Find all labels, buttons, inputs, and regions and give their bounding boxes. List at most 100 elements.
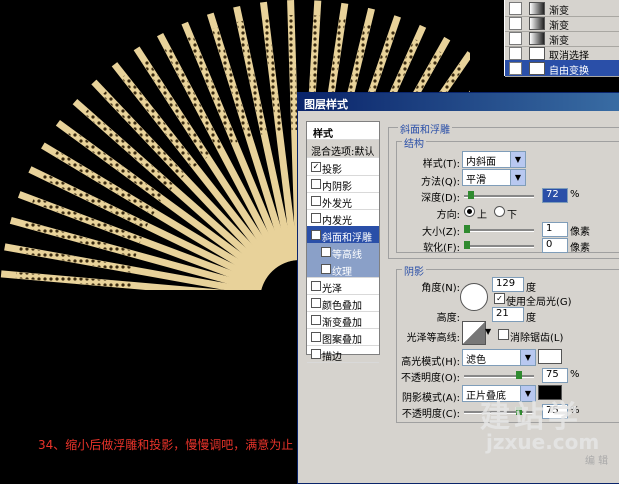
gloss-contour-label: 光泽等高线: — [398, 329, 460, 344]
direction-down-label: 下 — [507, 206, 517, 221]
highlight-opacity-knob[interactable] — [516, 371, 522, 379]
highlight-opacity-unit: % — [570, 369, 580, 380]
chevron-down-icon[interactable]: ▼ — [485, 327, 491, 336]
angle-input[interactable]: 129 — [492, 277, 524, 292]
style-checkbox[interactable] — [311, 298, 321, 308]
style-item[interactable]: 外发光 — [307, 192, 379, 210]
size-input[interactable]: 1 — [542, 222, 568, 237]
visibility-box-icon[interactable] — [509, 2, 522, 15]
fan-lace — [265, 17, 279, 131]
deselect-icon — [529, 47, 545, 60]
styles-header[interactable]: 样式 — [307, 122, 379, 140]
style-checkbox[interactable] — [311, 332, 321, 342]
highlight-opacity-input[interactable]: 75 — [542, 368, 568, 383]
antialias-label: 消除锯齿(L) — [510, 329, 563, 344]
size-slider[interactable] — [464, 229, 534, 232]
direction-down-radio[interactable] — [494, 206, 505, 217]
highlight-mode-select[interactable]: 滤色▼ — [462, 349, 536, 366]
gloss-contour-picker[interactable] — [462, 321, 486, 345]
direction-up-radio[interactable] — [464, 206, 475, 217]
highlight-opacity-slider[interactable] — [464, 375, 534, 378]
style-checkbox[interactable] — [311, 179, 321, 189]
visibility-box-icon[interactable] — [509, 32, 522, 45]
soften-slider-knob[interactable] — [464, 241, 470, 249]
style-checkbox[interactable] — [311, 196, 321, 206]
history-item-selected[interactable]: 自由变换 — [505, 60, 619, 77]
technique-select[interactable]: 平滑▼ — [462, 169, 526, 186]
depth-unit: % — [570, 189, 580, 200]
chevron-down-icon: ▼ — [510, 170, 525, 185]
styles-header-label: 样式 — [313, 125, 333, 140]
history-item-label: 自由变换 — [549, 62, 589, 77]
history-panel: 渐变 渐变 渐变 取消选择 自由变换 — [504, 0, 619, 76]
altitude-label: 高度: — [398, 309, 460, 324]
style-item[interactable]: 内阴影 — [307, 175, 379, 193]
soften-value: 0 — [546, 239, 552, 250]
style-select[interactable]: 内斜面▼ — [462, 151, 526, 168]
highlight-mode-label: 高光模式(H): — [398, 353, 460, 368]
style-item[interactable]: ✓斜面和浮雕 — [307, 226, 379, 244]
size-value: 1 — [546, 223, 552, 234]
angle-label: 角度(N): — [398, 279, 460, 294]
altitude-value: 21 — [496, 308, 509, 319]
style-item-label: 内发光 — [322, 212, 352, 227]
highlight-opacity-value: 75 — [546, 369, 559, 380]
blend-options-label: 混合选项:默认 — [311, 143, 374, 158]
depth-value: 72 — [546, 189, 559, 200]
style-item-label: 投影 — [322, 161, 342, 176]
style-item[interactable]: 光泽 — [307, 277, 379, 295]
transform-icon — [529, 62, 545, 75]
style-item[interactable]: 渐变叠加 — [307, 311, 379, 329]
style-item[interactable]: 纹理 — [307, 260, 379, 278]
visibility-box-icon[interactable] — [509, 62, 522, 75]
gradient-icon — [529, 2, 545, 15]
global-light-checkbox[interactable]: ✓ — [494, 293, 505, 304]
style-item[interactable]: ✓投影 — [307, 158, 379, 176]
dialog-titlebar[interactable]: 图层样式 — [298, 93, 619, 111]
style-checkbox[interactable] — [321, 264, 331, 274]
size-slider-knob[interactable] — [464, 225, 470, 233]
style-item-label: 描边 — [322, 348, 342, 363]
style-checkbox[interactable] — [311, 315, 321, 325]
antialias-checkbox[interactable] — [498, 329, 509, 340]
style-item[interactable]: 图案叠加 — [307, 328, 379, 346]
style-checkbox[interactable] — [321, 247, 331, 257]
depth-slider[interactable] — [464, 195, 534, 198]
style-list: 样式 混合选项:默认 ✓投影内阴影外发光内发光✓斜面和浮雕等高线纹理光泽颜色叠加… — [306, 121, 380, 355]
style-checkbox[interactable]: ✓ — [311, 230, 321, 240]
bevel-section-title: 斜面和浮雕 — [398, 121, 452, 136]
style-checkbox[interactable] — [311, 349, 321, 359]
depth-label: 深度(D): — [398, 189, 460, 204]
watermark-editor: 编 辑 — [585, 452, 608, 467]
angle-value: 129 — [496, 278, 515, 289]
style-item-label: 图案叠加 — [322, 331, 362, 346]
angle-dial[interactable] — [460, 283, 488, 311]
style-checkbox[interactable]: ✓ — [311, 162, 321, 172]
watermark-site: jzxue.com — [486, 430, 599, 454]
style-item-label: 内阴影 — [322, 178, 352, 193]
style-item[interactable]: 等高线 — [307, 243, 379, 261]
depth-slider-knob[interactable] — [468, 191, 474, 199]
blend-options-item[interactable]: 混合选项:默认 — [307, 140, 379, 158]
direction-label: 方向: — [398, 206, 460, 221]
technique-label: 方法(Q): — [398, 173, 460, 188]
depth-input[interactable]: 72 — [542, 188, 568, 203]
size-label: 大小(Z): — [398, 223, 460, 238]
highlight-opacity-label: 不透明度(O): — [398, 369, 460, 384]
gradient-icon — [529, 32, 545, 45]
style-item[interactable]: 描边 — [307, 345, 379, 363]
style-checkbox[interactable] — [311, 213, 321, 223]
style-item[interactable]: 颜色叠加 — [307, 294, 379, 312]
angle-unit: 度 — [526, 279, 536, 294]
highlight-color-swatch[interactable] — [538, 349, 562, 364]
soften-input[interactable]: 0 — [542, 238, 568, 253]
style-item[interactable]: 内发光 — [307, 209, 379, 227]
style-checkbox[interactable] — [311, 281, 321, 291]
direction-up-label: 上 — [477, 206, 487, 221]
soften-slider[interactable] — [464, 245, 534, 248]
visibility-box-icon[interactable] — [509, 47, 522, 60]
tutorial-caption: 34、缩小后做浮雕和投影，慢慢调吧，满意为止 — [38, 436, 293, 453]
altitude-input[interactable]: 21 — [492, 307, 524, 322]
soften-unit: 像素 — [570, 239, 590, 254]
visibility-box-icon[interactable] — [509, 17, 522, 30]
